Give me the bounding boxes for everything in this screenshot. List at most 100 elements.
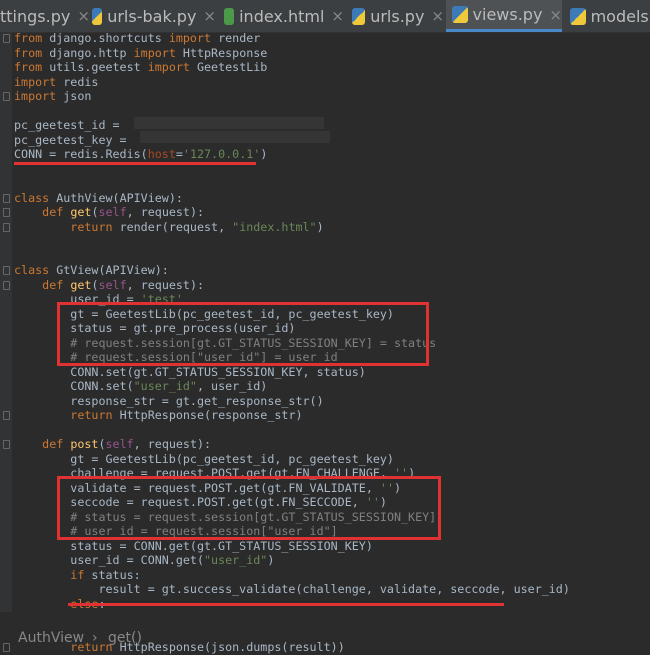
code-token: if bbox=[70, 567, 92, 582]
code-token: , request): bbox=[126, 277, 205, 292]
code-token: return bbox=[70, 408, 120, 422]
fold-marker-icon[interactable] bbox=[3, 208, 10, 217]
tab-views-py[interactable]: views.py × bbox=[446, 0, 562, 32]
tab-label: models.p bbox=[590, 6, 650, 26]
code-line: import redis bbox=[14, 75, 98, 90]
code-token: def bbox=[42, 205, 71, 219]
fold-marker-icon[interactable] bbox=[3, 643, 10, 652]
code-token: result = gt.success_validate(challenge, … bbox=[14, 582, 570, 596]
tab-label: index.html bbox=[239, 6, 325, 26]
code-token: = bbox=[175, 147, 183, 161]
code-line: import json bbox=[14, 89, 91, 104]
fold-marker-icon[interactable] bbox=[3, 92, 10, 101]
code-token: from bbox=[14, 60, 50, 74]
code-token: GtView(APIView): bbox=[56, 263, 169, 277]
close-icon[interactable]: × bbox=[431, 7, 444, 25]
redacted-geetest-key bbox=[140, 131, 330, 143]
code-token: CONN = redis.Redis( bbox=[14, 147, 148, 161]
code-line: CONN.set(gt.GT_STATUS_SESSION_KEY, statu… bbox=[14, 365, 366, 380]
code-token: django.http bbox=[49, 45, 134, 60]
code-line: return render(request, "index.html") bbox=[14, 219, 324, 235]
code-line: def get(self, request): bbox=[14, 205, 204, 220]
close-icon[interactable]: × bbox=[331, 7, 344, 25]
code-token: pc_geetest_key = bbox=[14, 132, 134, 147]
code-token: , request): bbox=[126, 205, 205, 219]
tab-urls-bak-py[interactable]: urls-bak.py × bbox=[86, 0, 216, 32]
code-token: pc_geetest_id = bbox=[14, 118, 127, 132]
code-line: status = CONN.get(gt.GT_STATUS_SESSION_K… bbox=[14, 539, 373, 554]
code-token: self bbox=[98, 277, 127, 292]
fold-marker-icon[interactable] bbox=[3, 411, 10, 420]
fold-marker-icon[interactable] bbox=[3, 280, 10, 290]
tab-index-html[interactable]: index.html × bbox=[218, 0, 344, 32]
breadcrumb-class[interactable]: AuthView bbox=[18, 630, 84, 646]
code-line: from django.shortcuts import render bbox=[14, 31, 260, 46]
code-token: '127.0.0.1' bbox=[182, 147, 261, 161]
code-token: CONN.set( bbox=[14, 379, 134, 393]
code-token: import bbox=[14, 74, 64, 89]
code-token: class bbox=[14, 263, 57, 277]
fold-marker-icon[interactable] bbox=[3, 34, 10, 43]
code-token: ) bbox=[316, 219, 324, 234]
code-token: self bbox=[98, 205, 127, 219]
code-line: CONN = redis.Redis(host='127.0.0.1') bbox=[14, 147, 267, 162]
code-token: "user_id" bbox=[133, 379, 197, 393]
python-file-icon bbox=[352, 7, 366, 25]
fold-marker-icon[interactable] bbox=[3, 222, 10, 232]
redacted-geetest-id bbox=[134, 117, 324, 129]
code-token: class bbox=[14, 190, 57, 205]
code-token: ( bbox=[98, 437, 106, 451]
code-line: gt = GeetestLib(pc_geetest_id, pc_geetes… bbox=[14, 452, 394, 467]
code-token: user_id = CONN.get( bbox=[14, 553, 204, 567]
code-token: status: bbox=[91, 567, 141, 582]
code-token: render(request, bbox=[119, 219, 233, 234]
tab-models-p[interactable]: models.p bbox=[564, 0, 650, 32]
tab-urls-py[interactable]: urls.py × bbox=[346, 0, 444, 32]
code-token: self bbox=[105, 437, 134, 451]
highlight-box-get-session bbox=[57, 302, 429, 366]
code-token: return bbox=[70, 219, 120, 234]
code-token: HttpResponse bbox=[182, 45, 268, 60]
code-token: status = CONN.get(gt.GT_STATUS_SESSION_K… bbox=[14, 538, 373, 553]
fold-marker-icon[interactable] bbox=[3, 266, 10, 275]
tab-ttings-py[interactable]: ttings.py × bbox=[0, 0, 90, 32]
code-token: import bbox=[168, 31, 219, 45]
code-line: pc_geetest_key = bbox=[14, 133, 134, 148]
code-line: class GtView(APIView): bbox=[14, 263, 169, 278]
close-icon[interactable]: × bbox=[549, 6, 562, 24]
code-line: def get(self, request): bbox=[14, 278, 204, 293]
fold-marker-icon[interactable] bbox=[3, 193, 10, 203]
code-token: from bbox=[14, 31, 50, 45]
code-line: class AuthView(APIView): bbox=[14, 191, 183, 206]
code-line: user_id = CONN.get("user_id") bbox=[14, 553, 274, 568]
code-token: get bbox=[70, 205, 92, 219]
code-line: from utils.geetest import GeetestLib bbox=[14, 60, 267, 75]
code-token: import bbox=[133, 45, 183, 60]
code-token: import bbox=[147, 60, 197, 74]
code-line: pc_geetest_id = bbox=[14, 118, 127, 133]
fold-marker-icon[interactable] bbox=[3, 440, 10, 449]
code-line: from django.http import HttpResponse bbox=[14, 46, 267, 61]
code-token: response_str = gt.get_response_str() bbox=[14, 393, 324, 408]
code-token: , user_id) bbox=[196, 379, 268, 393]
close-icon[interactable]: × bbox=[203, 7, 216, 25]
code-line: result = gt.success_validate(challenge, … bbox=[14, 582, 570, 597]
code-token: HttpResponse(json.dumps(result)) bbox=[119, 640, 345, 654]
code-token: ) bbox=[260, 147, 268, 161]
highlight-underline-result bbox=[68, 603, 504, 606]
tab-label: urls.py bbox=[370, 6, 425, 26]
html-file-icon bbox=[224, 7, 235, 25]
code-token: def bbox=[42, 277, 71, 292]
python-file-icon bbox=[570, 7, 586, 25]
code-token: host bbox=[147, 147, 176, 161]
code-token: def bbox=[42, 437, 71, 451]
code-token: AuthView(APIView): bbox=[56, 190, 183, 205]
code-token: GeetestLib bbox=[196, 60, 268, 74]
breadcrumb-method[interactable]: get() bbox=[108, 630, 142, 646]
